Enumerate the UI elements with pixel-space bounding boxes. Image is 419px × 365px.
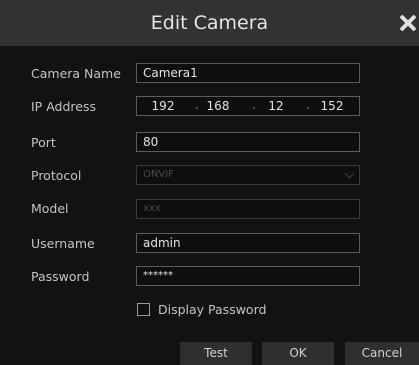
display-password-checkbox[interactable] [137,303,150,316]
chevron-down-icon [344,168,355,179]
cancel-button[interactable]: Cancel [345,342,419,365]
ip-separator: . [195,98,199,112]
port-label: Port [31,135,56,150]
close-icon[interactable] [397,11,419,35]
ip-separator: . [252,98,256,112]
title-bar: Edit Camera [0,0,419,46]
camera-name-label: Camera Name [31,66,121,81]
username-label: Username [31,236,95,251]
ip-octet-4[interactable]: 152 [315,97,349,115]
username-input[interactable]: admin [136,233,360,253]
password-input[interactable]: ****** [136,266,360,286]
model-input: xxx [136,199,360,219]
password-label: Password [31,269,90,284]
ip-octet-1[interactable]: 192 [147,97,179,115]
port-input[interactable]: 80 [136,132,360,152]
ip-address-input[interactable]: 192 . 168 . 12 . 152 [136,96,360,116]
display-password-label: Display Password [158,302,267,317]
protocol-label: Protocol [31,168,82,183]
ip-octet-2[interactable]: 168 [201,97,235,115]
test-button[interactable]: Test [180,342,252,365]
ip-address-label: IP Address [31,99,96,114]
protocol-value: ONVIF [143,169,174,180]
model-label: Model [31,201,69,216]
ip-octet-3[interactable]: 12 [261,97,291,115]
ok-button[interactable]: OK [262,342,334,365]
protocol-select: ONVIF [136,165,360,185]
edit-camera-dialog: Edit Camera Camera Name Camera1 IP Addre… [0,0,419,365]
camera-name-input[interactable]: Camera1 [136,63,360,83]
ip-separator: . [306,98,310,112]
dialog-title: Edit Camera [150,12,269,34]
